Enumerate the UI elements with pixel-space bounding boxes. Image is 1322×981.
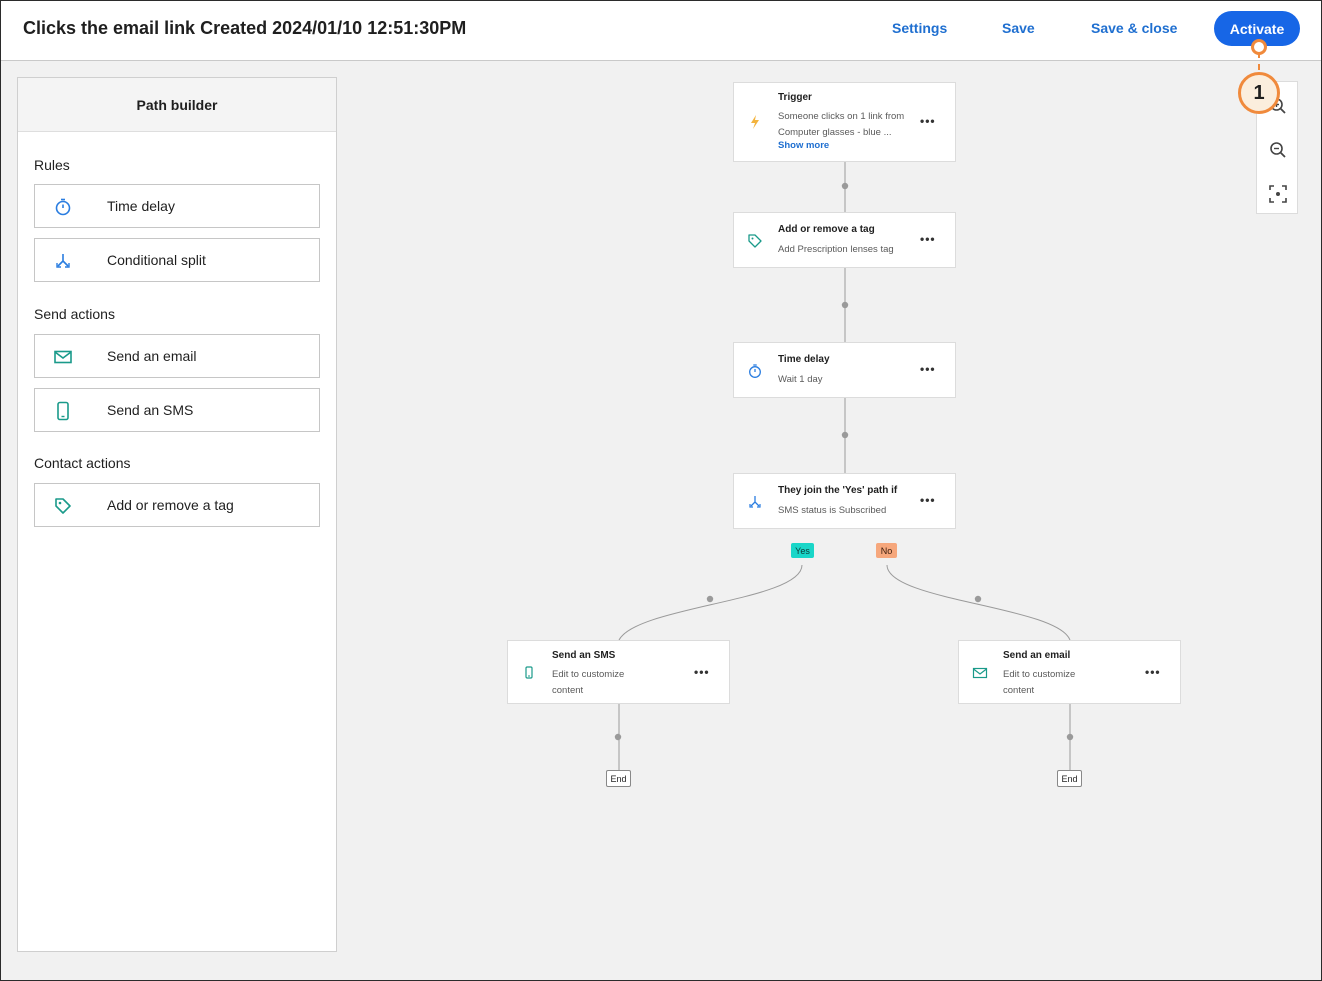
end-marker-left: End <box>606 770 631 787</box>
flow-node-conditional-split[interactable]: They join the 'Yes' path if SMS status i… <box>733 473 956 529</box>
section-contact-actions: Contact actions <box>34 455 131 471</box>
node-title: Send an email <box>1003 650 1071 661</box>
yes-path-label: Yes <box>791 543 814 558</box>
path-builder-heading: Path builder <box>18 78 336 132</box>
end-marker-right: End <box>1057 770 1082 787</box>
tool-label: Send an email <box>107 348 197 364</box>
node-more-button[interactable]: ••• <box>1145 665 1161 679</box>
zoom-out-icon[interactable] <box>1268 140 1288 160</box>
section-send-actions: Send actions <box>34 306 115 322</box>
node-title: They join the 'Yes' path if <box>778 485 898 496</box>
split-arrows-icon <box>749 496 761 508</box>
node-description: Someone clicks on 1 link from Computer g… <box>778 111 905 138</box>
node-more-button[interactable]: ••• <box>694 665 710 679</box>
tool-send-email[interactable]: Send an email <box>34 334 320 378</box>
node-title: Trigger <box>778 92 812 103</box>
tool-conditional-split[interactable]: Conditional split <box>34 238 320 282</box>
envelope-icon <box>54 350 72 364</box>
lightning-icon <box>751 115 759 129</box>
callout-anchor-dot <box>1251 39 1267 55</box>
stopwatch-icon <box>749 364 761 378</box>
fit-screen-icon[interactable] <box>1268 184 1288 204</box>
split-arrows-icon <box>56 254 70 268</box>
envelope-icon <box>972 667 988 679</box>
node-title: Add or remove a tag <box>778 224 875 235</box>
save-close-link[interactable]: Save & close <box>1091 20 1177 36</box>
save-link[interactable]: Save <box>1002 20 1035 36</box>
node-description: Wait 1 day <box>778 374 823 385</box>
tool-send-sms[interactable]: Send an SMS <box>34 388 320 432</box>
phone-icon <box>525 666 533 679</box>
tool-add-tag[interactable]: Add or remove a tag <box>34 483 320 527</box>
node-more-button[interactable]: ••• <box>920 232 936 246</box>
tag-icon <box>748 234 762 248</box>
node-title: Send an SMS <box>552 650 616 661</box>
node-description: Edit to customize content <box>552 669 625 696</box>
page-title: Clicks the email link Created 2024/01/10… <box>23 18 467 38</box>
callout-number-badge: 1 <box>1238 72 1280 114</box>
flow-node-trigger[interactable]: Trigger Someone clicks on 1 link from Co… <box>733 82 956 162</box>
stopwatch-icon <box>55 198 71 216</box>
flow-canvas[interactable]: Trigger Someone clicks on 1 link from Co… <box>337 61 1322 981</box>
flow-node-send-email[interactable]: Send an email Edit to customize content … <box>958 640 1181 704</box>
header-bar: Clicks the email link Created 2024/01/10… <box>0 0 1322 61</box>
tool-label: Time delay <box>107 198 175 214</box>
node-more-button[interactable]: ••• <box>920 362 936 376</box>
flow-node-send-sms[interactable]: Send an SMS Edit to customize content ••… <box>507 640 730 704</box>
section-rules: Rules <box>34 157 70 173</box>
tool-label: Conditional split <box>107 252 206 268</box>
tool-label: Send an SMS <box>107 402 194 418</box>
tool-label: Add or remove a tag <box>107 497 234 513</box>
settings-link[interactable]: Settings <box>892 20 947 36</box>
node-more-button[interactable]: ••• <box>920 114 936 128</box>
path-builder-panel: Path builder Rules Time delay Conditiona… <box>17 77 337 952</box>
flow-node-time-delay[interactable]: Time delay Wait 1 day ••• <box>733 342 956 398</box>
no-path-label: No <box>876 543 897 558</box>
node-title: Time delay <box>778 354 830 365</box>
tool-time-delay[interactable]: Time delay <box>34 184 320 228</box>
phone-icon <box>57 401 69 421</box>
show-more-link[interactable]: Show more <box>778 140 829 151</box>
node-more-button[interactable]: ••• <box>920 493 936 507</box>
tag-icon <box>55 498 71 514</box>
node-description: Edit to customize content <box>1003 669 1076 696</box>
flow-node-tag[interactable]: Add or remove a tag Add Prescription len… <box>733 212 956 268</box>
